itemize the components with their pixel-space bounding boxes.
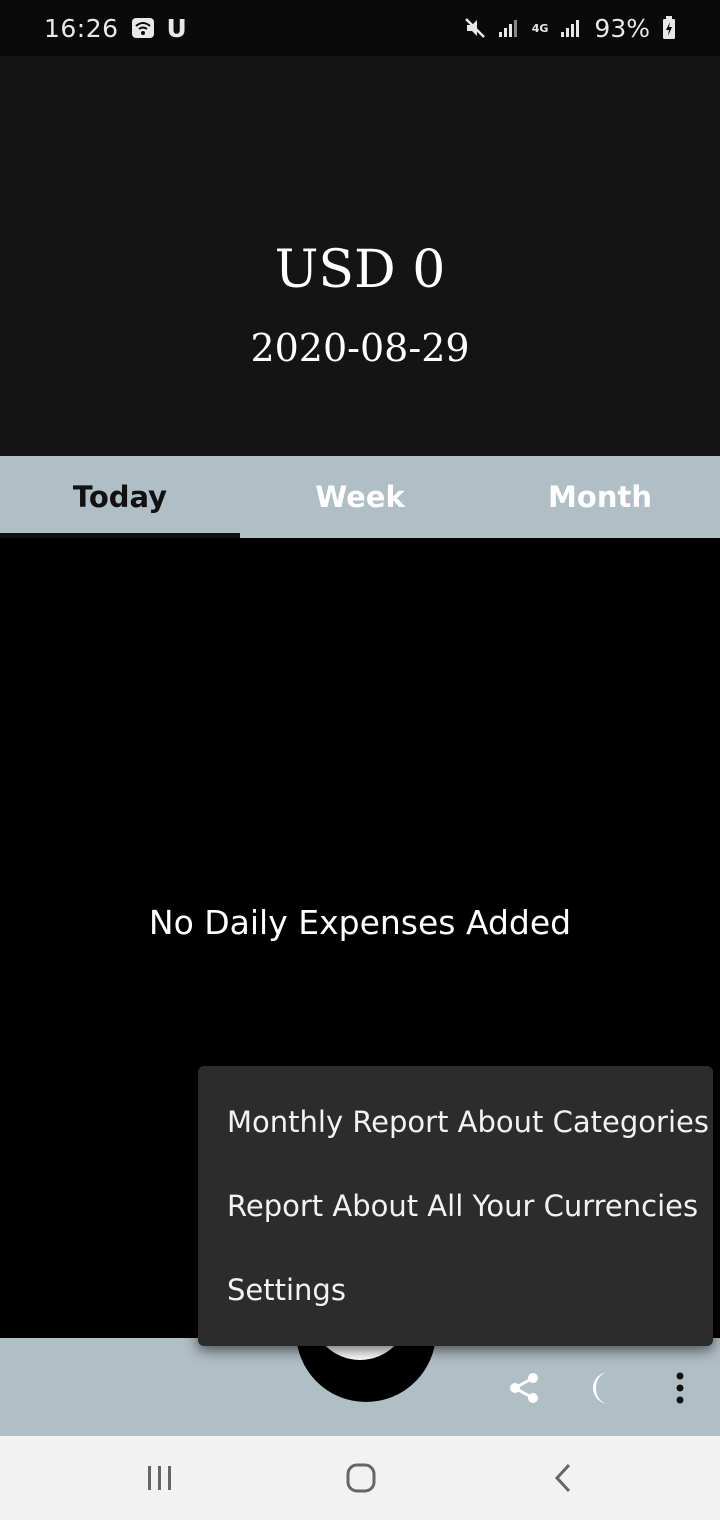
empty-state-message: No Daily Expenses Added	[148, 903, 572, 942]
battery-percent: 93%	[594, 13, 650, 43]
recent-apps-button[interactable]	[135, 1456, 185, 1500]
more-options-button[interactable]	[658, 1366, 702, 1410]
network-type: 4G	[531, 21, 549, 35]
back-button[interactable]	[538, 1456, 588, 1500]
share-button[interactable]	[502, 1366, 546, 1410]
home-button[interactable]	[336, 1456, 386, 1500]
tab-week[interactable]: Week	[240, 456, 480, 538]
recents-icon	[148, 1466, 171, 1490]
status-time: 16:26	[44, 13, 119, 43]
tab-today[interactable]: Today	[0, 456, 240, 538]
carrier-icon: U	[166, 13, 187, 43]
period-tabs: Today Week Month	[0, 456, 720, 538]
moon-icon	[593, 1372, 609, 1404]
status-bar: 16:26 U 4G 93%	[0, 0, 720, 56]
signal-icon-2	[560, 18, 582, 38]
tab-month[interactable]: Month	[480, 456, 720, 538]
system-nav-bar	[0, 1436, 720, 1520]
overflow-menu: Monthly Report About Categories Report A…	[198, 1066, 713, 1346]
status-left: 16:26 U	[44, 14, 187, 43]
current-date[interactable]: 2020-08-29	[0, 326, 720, 370]
status-right: 4G 93%	[464, 14, 676, 43]
share-icon	[510, 1373, 538, 1403]
balance-header: USD 0 2020-08-29	[0, 56, 720, 456]
menu-item-currencies-report[interactable]: Report About All Your Currencies	[198, 1164, 713, 1248]
menu-item-settings[interactable]: Settings	[198, 1248, 713, 1332]
battery-icon	[662, 16, 676, 40]
signal-icon	[498, 18, 520, 38]
balance-amount: USD 0	[274, 240, 446, 300]
more-vert-icon	[676, 1372, 684, 1404]
back-icon	[554, 1463, 571, 1493]
wifi-icon	[131, 17, 155, 39]
menu-item-monthly-report[interactable]: Monthly Report About Categories	[198, 1080, 713, 1164]
bottom-app-bar	[0, 1298, 720, 1436]
home-icon	[346, 1463, 376, 1493]
mute-icon	[464, 17, 486, 39]
dark-mode-button[interactable]	[580, 1366, 624, 1410]
